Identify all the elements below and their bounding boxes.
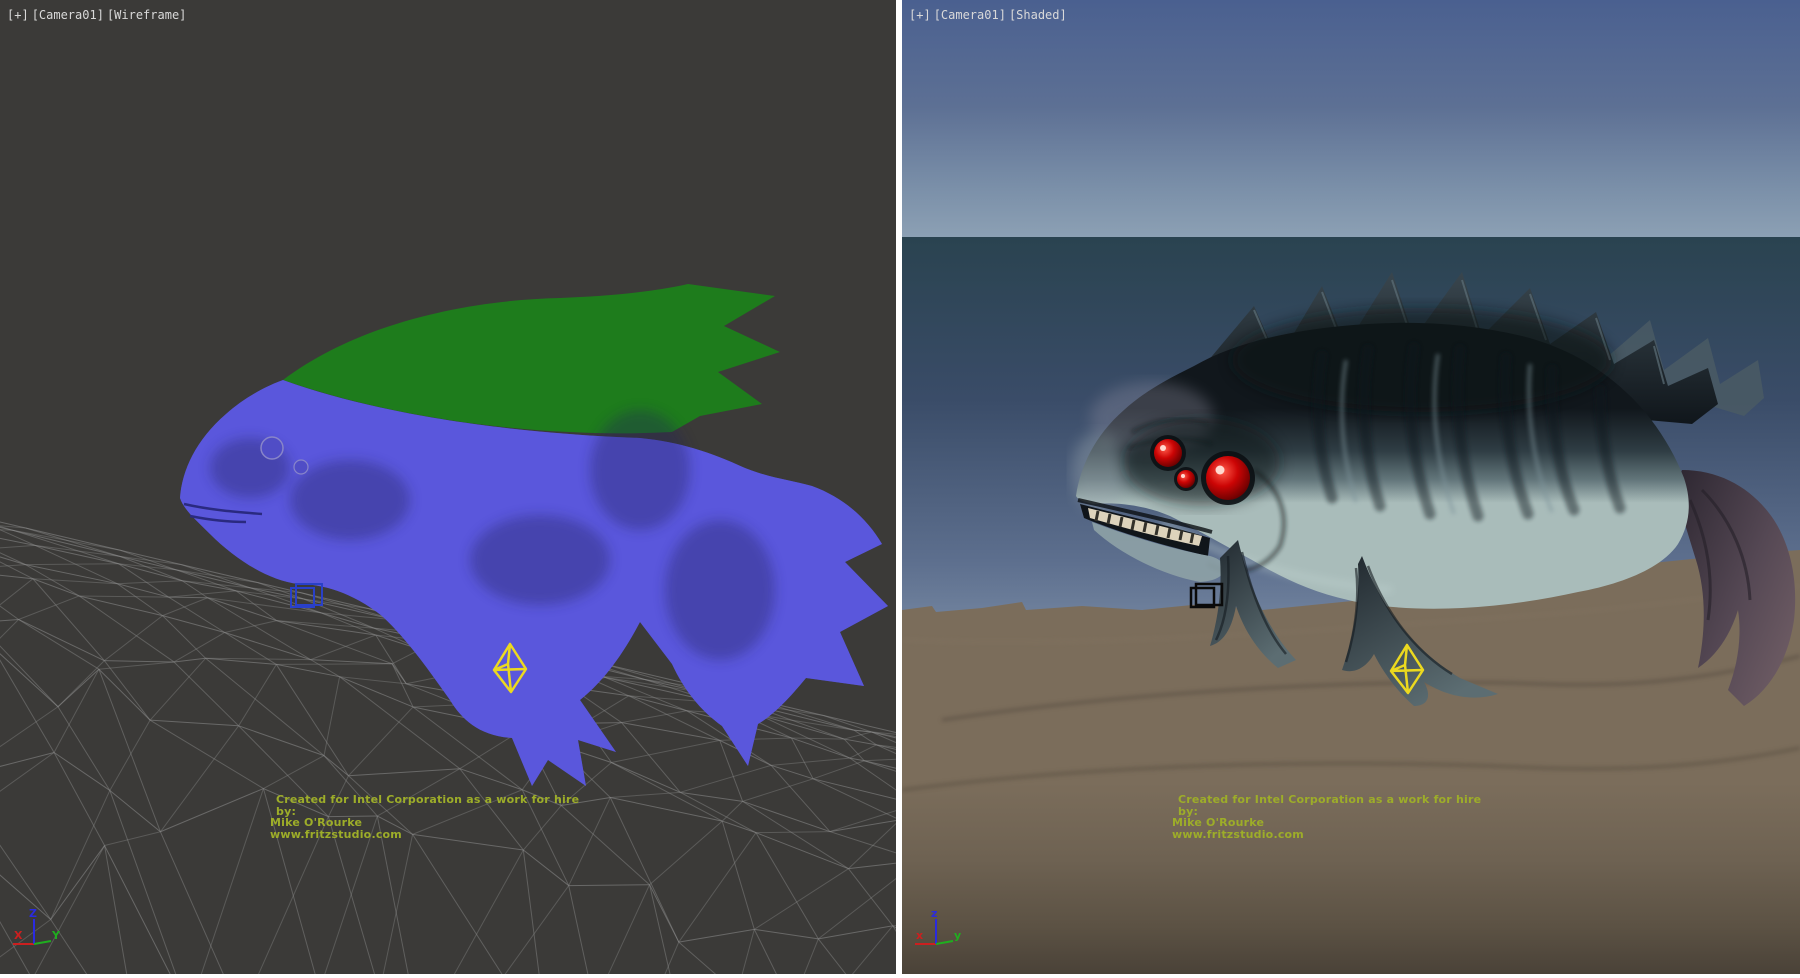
watermark-text: Created for Intel Corporation as a work … — [270, 794, 600, 840]
viewport-shaded[interactable]: [+][Camera01][Shaded] Created for Intel … — [902, 0, 1800, 974]
watermark-text: Created for Intel Corporation as a work … — [1172, 794, 1502, 840]
watermark-line1: Created for Intel Corporation as a work … — [276, 794, 600, 817]
watermark-line1: Created for Intel Corporation as a work … — [1178, 794, 1502, 817]
watermark-line3: www.fritzstudio.com — [1172, 829, 1502, 841]
fish-eye-socket-shade — [1124, 418, 1280, 506]
viewport-menu-shading[interactable]: [Shaded] — [1009, 8, 1067, 22]
dual-viewport-screen: [+][Camera01][Wireframe] Created for Int… — [0, 0, 1800, 978]
fish-eye-outline — [261, 437, 283, 459]
sand-ground — [902, 550, 1800, 974]
fish-eye-outline-small — [294, 460, 308, 474]
viewport-menu-shading[interactable]: [Wireframe] — [107, 8, 186, 22]
dummy-box-helper[interactable] — [1191, 584, 1222, 607]
viewport-wireframe[interactable]: [+][Camera01][Wireframe] Created for Int… — [0, 0, 896, 974]
viewport-menu-camera[interactable]: [Camera01] — [32, 8, 104, 22]
axis-z-label: Z — [29, 907, 37, 920]
watermark-line2: Mike O'Rourke — [1172, 817, 1502, 829]
axis-tripod: X Y Z — [6, 906, 70, 956]
viewport-menu-plus[interactable]: [+] — [7, 8, 29, 22]
axis-z-label: z — [931, 907, 937, 920]
viewport-menu-plus[interactable]: [+] — [909, 8, 931, 22]
viewport-menu-camera[interactable]: [Camera01] — [934, 8, 1006, 22]
axis-x-label: x — [916, 929, 923, 942]
axis-x-label: X — [14, 929, 23, 942]
watermark-line2: Mike O'Rourke — [270, 817, 600, 829]
watermark-line3: www.fritzstudio.com — [270, 829, 600, 841]
axis-tripod: x y z — [908, 906, 972, 956]
axis-y-label: y — [954, 929, 961, 942]
dummy-box-helper[interactable] — [291, 584, 322, 607]
viewport-label: [+][Camera01][Wireframe] — [7, 8, 189, 22]
axis-y-label: Y — [51, 929, 61, 942]
viewport-label: [+][Camera01][Shaded] — [909, 8, 1070, 22]
